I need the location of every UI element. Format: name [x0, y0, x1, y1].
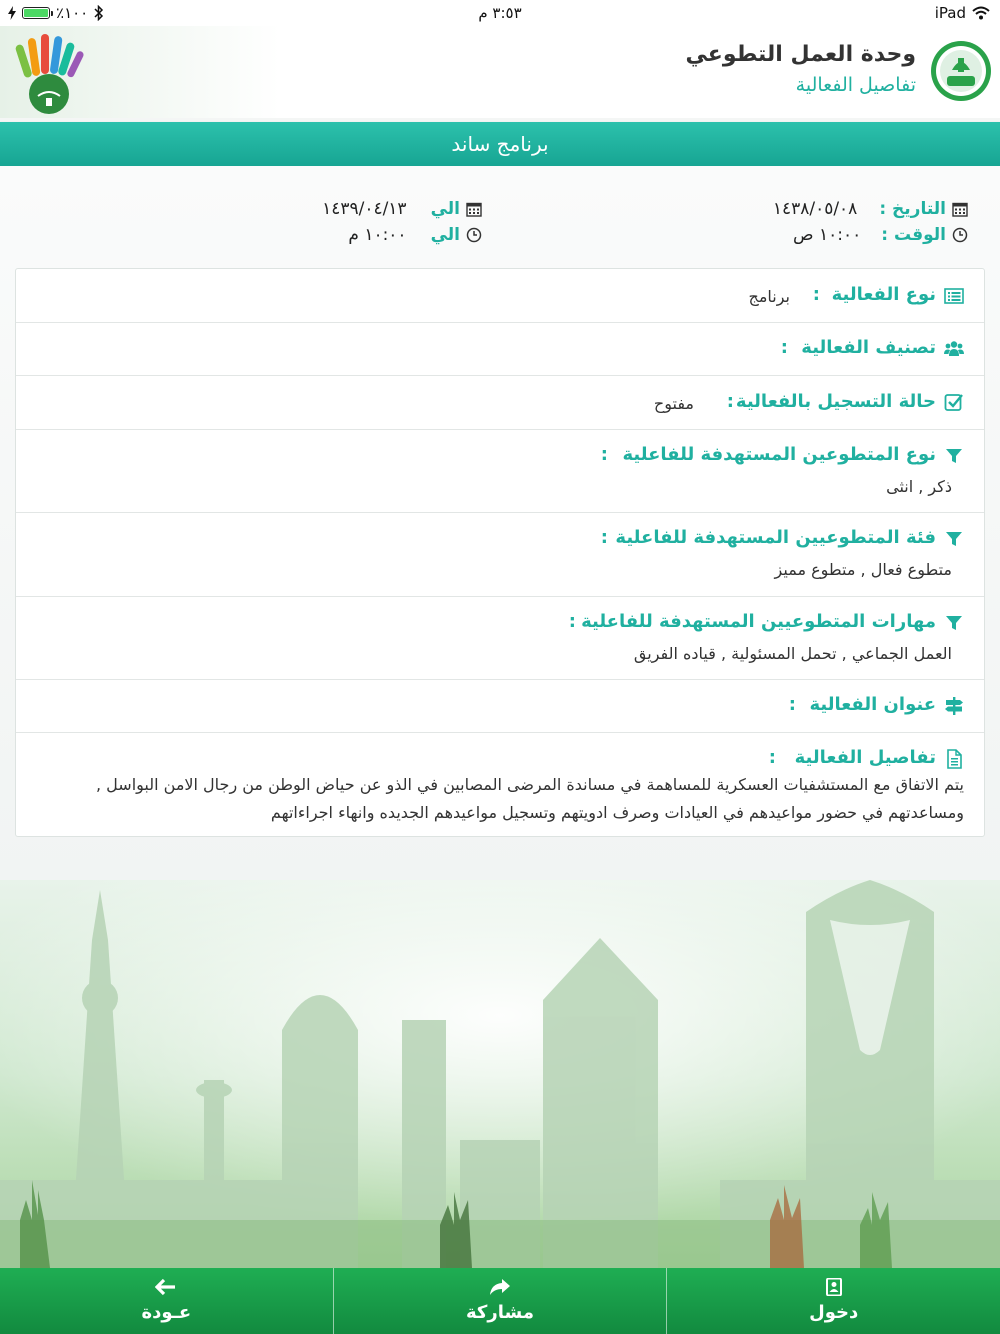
event-address-colon: : — [788, 694, 796, 715]
login-tab[interactable]: دخول — [666, 1268, 1000, 1334]
row-event-category: تصنيف الفعالية : — [16, 323, 984, 376]
event-title: برنامج ساند — [451, 132, 549, 156]
login-icon — [825, 1278, 842, 1296]
event-category-label: تصنيف الفعالية — [801, 337, 936, 358]
time-from: ١٠:٠٠ ص — [793, 225, 862, 245]
filter-icon — [946, 449, 962, 463]
riyadh-municipality-logo — [931, 41, 991, 101]
event-type-label: نوع الفعالية — [831, 284, 936, 305]
volunteer-class-label: فئة المتطوعيين المستهدفة للفاعلية — [615, 527, 936, 548]
share-label: مشاركة — [466, 1302, 534, 1323]
users-icon — [944, 341, 964, 356]
share-icon — [490, 1279, 510, 1295]
volunteer-class-value: متطوع فعال , متطوع مميز — [774, 560, 952, 579]
bottom-tab-bar: عـودة مشاركة دخول — [0, 1268, 1000, 1334]
volunteer-class-colon: : — [600, 527, 608, 548]
row-registration-status: حالة التسجيل بالفعالية : مفتوح — [16, 376, 984, 430]
event-description-label: تفاصيل الفعالية — [794, 747, 936, 768]
volunteer-skills-colon: : — [568, 611, 576, 632]
time-to-label: الي — [430, 225, 460, 245]
row-volunteer-class: فئة المتطوعيين المستهدفة للفاعلية : متطو… — [16, 513, 984, 597]
row-event-type: نوع الفعالية : برنامج — [16, 269, 984, 323]
login-label: دخول — [809, 1302, 859, 1323]
event-category-colon: : — [780, 337, 788, 358]
event-type-colon: : — [812, 284, 820, 305]
page-subtitle: تفاصيل الفعالية — [795, 74, 916, 96]
row-event-description: تفاصيل الفعالية : يتم الاتفاق مع المستشف… — [16, 733, 984, 836]
document-icon — [947, 749, 962, 769]
back-tab[interactable]: عـودة — [0, 1268, 333, 1334]
filter-icon — [946, 532, 962, 546]
signpost-icon — [945, 697, 963, 715]
clock-icon — [952, 227, 968, 243]
device-name: iPad — [934, 4, 966, 22]
volunteer-gender-label: نوع المتطوعين المستهدفة للفاعلية — [622, 444, 936, 465]
date-from: ١٤٣٨/٠٥/٠٨ — [772, 199, 858, 219]
wifi-icon — [972, 6, 990, 20]
volunteer-skills-value: العمل الجماعي , تحمل المسئولية , قياده ا… — [633, 644, 952, 663]
date-label: التاريخ : — [879, 199, 946, 219]
registration-label: حالة التسجيل بالفعالية — [735, 391, 936, 412]
calendar-icon — [952, 202, 968, 217]
event-description-colon: : — [768, 747, 776, 768]
start-date-time: التاريخ : ١٤٣٨/٠٥/٠٨ الوقت : ١٠:٠٠ ص — [738, 196, 968, 248]
org-title: وحدة العمل التطوعي — [685, 42, 916, 67]
status-bar: ٪١٠٠ ٣:٥٣ م iPad — [0, 0, 1000, 26]
volunteer-gender-value: ذكر , انثى — [886, 477, 952, 496]
event-description-value: يتم الاتفاق مع المستشفيات العسكرية للمسا… — [96, 775, 964, 822]
calendar-icon — [466, 202, 482, 217]
row-volunteer-skills: مهارات المتطوعيين المستهدفة للفاعلية : ا… — [16, 597, 984, 680]
volunteer-hands-logo — [15, 34, 84, 114]
event-title-bar: برنامج ساند — [0, 122, 1000, 166]
share-tab[interactable]: مشاركة — [332, 1268, 667, 1334]
date-to-label: الي — [430, 199, 460, 219]
app-header: وحدة العمل التطوعي تفاصيل الفعالية — [0, 26, 1000, 118]
check-square-icon — [944, 394, 963, 411]
back-label: عـودة — [141, 1302, 192, 1323]
time-to: ١٠:٠٠ م — [348, 225, 407, 245]
time-label: الوقت : — [881, 225, 946, 245]
details-card: نوع الفعالية : برنامج تصنيف الفعالية : ح… — [15, 268, 985, 837]
volunteer-gender-colon: : — [600, 444, 608, 465]
list-icon — [944, 288, 964, 304]
end-date-time: الي ١٤٣٩/٠٤/١٣ الي ١٠:٠٠ م — [312, 196, 482, 248]
arrow-left-icon — [155, 1278, 176, 1296]
registration-colon: : — [726, 391, 734, 412]
row-volunteer-gender: نوع المتطوعين المستهدفة للفاعلية : ذكر ,… — [16, 430, 984, 513]
event-address-label: عنوان الفعالية — [809, 694, 936, 715]
riyadh-skyline-illustration — [0, 880, 1000, 1268]
volunteer-skills-label: مهارات المتطوعيين المستهدفة للفاعلية — [581, 611, 936, 632]
status-time: ٣:٥٣ م — [478, 4, 522, 22]
event-type-value: برنامج — [748, 287, 790, 306]
date-to: ١٤٣٩/٠٤/١٣ — [322, 199, 407, 219]
row-event-address: عنوان الفعالية : — [16, 680, 984, 733]
clock-icon — [466, 227, 482, 243]
filter-icon — [946, 616, 962, 630]
registration-value: مفتوح — [653, 394, 694, 413]
